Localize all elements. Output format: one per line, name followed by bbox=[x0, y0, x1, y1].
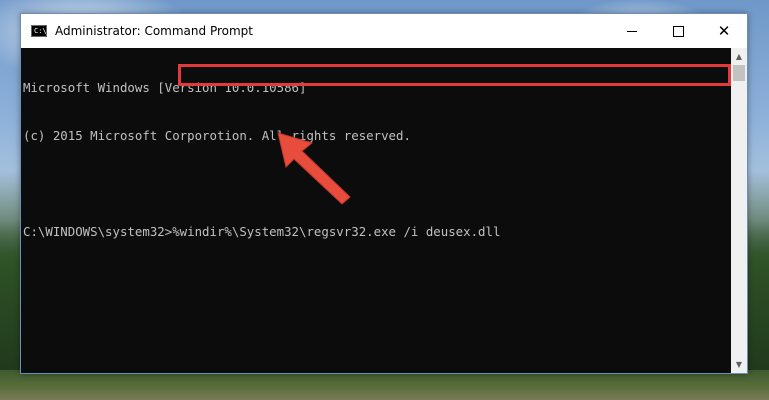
scroll-thumb[interactable] bbox=[733, 65, 745, 81]
scroll-down-button[interactable]: ▼ bbox=[731, 356, 747, 373]
console-command-line: C:\WINDOWS\system32>%windir%\System32\re… bbox=[23, 224, 501, 239]
command-highlight-box bbox=[178, 64, 731, 86]
scroll-down-icon: ▼ bbox=[735, 360, 743, 369]
scroll-up-button[interactable]: ▲ bbox=[731, 48, 747, 65]
window-controls: ✕ bbox=[609, 14, 747, 48]
command-prompt-window: C:\_ Administrator: Command Prompt ✕ Mic… bbox=[20, 13, 748, 374]
background-ground bbox=[0, 370, 769, 400]
maximize-button[interactable] bbox=[655, 14, 701, 48]
title-bar[interactable]: C:\_ Administrator: Command Prompt ✕ bbox=[21, 14, 747, 48]
close-icon: ✕ bbox=[717, 21, 731, 40]
red-arrow-icon bbox=[277, 132, 351, 205]
console-output[interactable]: Microsoft Windows [Version 10.0.10586] (… bbox=[21, 48, 731, 373]
vertical-scrollbar[interactable]: ▲ ▼ bbox=[731, 48, 747, 373]
scroll-up-icon: ▲ bbox=[735, 52, 743, 61]
command-prompt-icon-label: C:\_ bbox=[34, 27, 51, 35]
minimize-icon bbox=[627, 30, 637, 32]
minimize-button[interactable] bbox=[609, 14, 655, 48]
command-prompt-icon[interactable]: C:\_ bbox=[31, 25, 51, 37]
close-button[interactable]: ✕ bbox=[701, 14, 747, 48]
maximize-icon bbox=[672, 25, 684, 37]
window-title: Administrator: Command Prompt bbox=[55, 24, 253, 38]
console-line: (c) 2015 Microsoft Corporotion. All righ… bbox=[23, 128, 411, 143]
